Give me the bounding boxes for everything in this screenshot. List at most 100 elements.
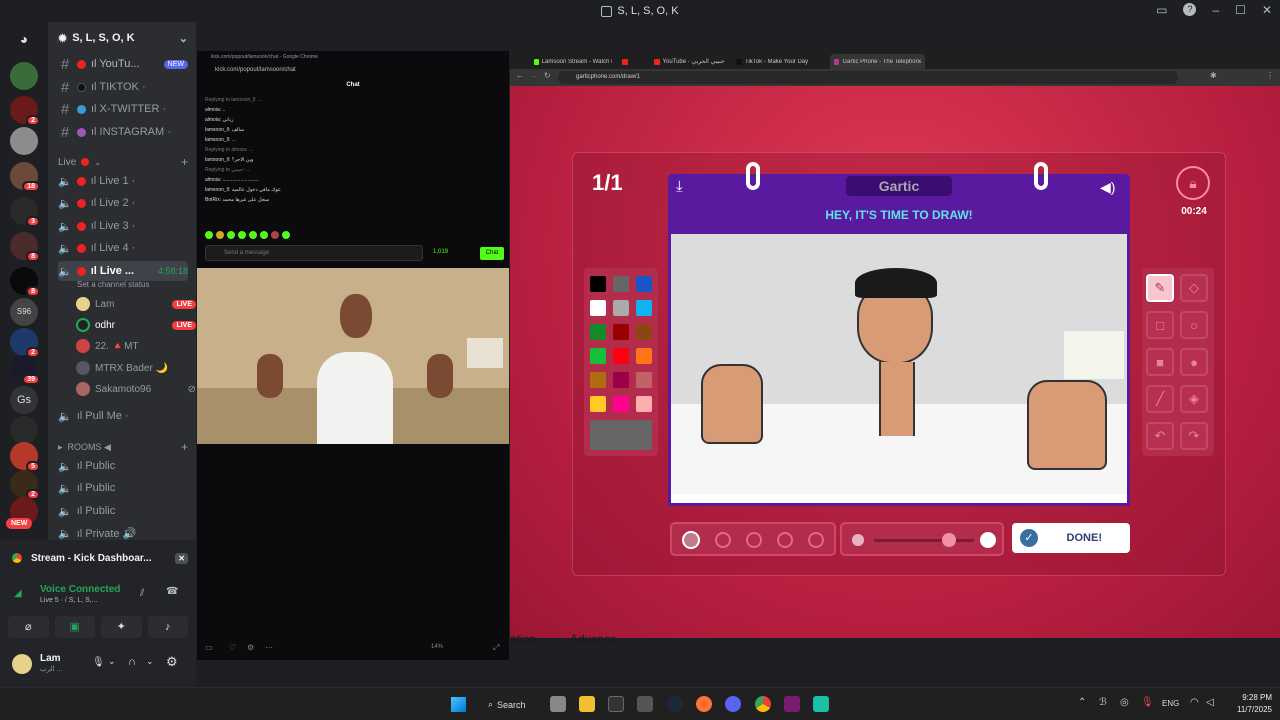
color-swatch[interactable] — [636, 396, 652, 412]
color-swatch[interactable] — [590, 372, 606, 388]
server-header[interactable]: ✹ S, L, S, O, K ⌄ — [58, 30, 188, 46]
brush-size-xl[interactable] — [682, 531, 700, 549]
done-button[interactable]: ✓ DONE! — [1012, 523, 1130, 553]
color-swatch[interactable] — [613, 300, 629, 316]
user-name[interactable]: Lam — [40, 653, 61, 664]
channel-tiktok[interactable]: # ıl TIKTOK · — [58, 77, 188, 97]
app-icon-hex[interactable] — [637, 696, 653, 712]
channel-x-twitter[interactable]: # ıl X-TWITTER · — [58, 99, 188, 119]
voice-user-mtrx[interactable]: MTRX Bader 🌙 — [76, 358, 196, 378]
back-icon[interactable]: ← — [516, 71, 524, 80]
new-pill[interactable]: NEW — [6, 518, 33, 529]
settings-gear-icon[interactable]: ⚙ — [166, 654, 178, 670]
browser-tab[interactable]: YouTube - حبيبي الحربي ... — [650, 54, 730, 69]
server-gs[interactable]: Gs — [10, 386, 38, 414]
color-swatch[interactable] — [613, 396, 629, 412]
maximize-button[interactable]: ☐ — [1235, 3, 1246, 17]
forward-icon[interactable]: → — [530, 71, 538, 80]
slider-thumb[interactable] — [942, 533, 956, 547]
color-swatch[interactable] — [636, 348, 652, 364]
brush-size-2[interactable] — [746, 532, 762, 548]
color-swatch[interactable] — [613, 324, 629, 340]
browser-tab[interactable] — [618, 54, 646, 69]
brush-size-3[interactable] — [777, 532, 793, 548]
server-icon[interactable]: 8 — [10, 267, 40, 297]
fill-bucket-tool-icon[interactable]: ◈ — [1180, 385, 1208, 413]
screen-share-button[interactable]: ▣ — [54, 616, 95, 638]
mini-player-icon[interactable]: ▭ — [205, 643, 213, 652]
brush-size-4[interactable] — [808, 532, 824, 548]
wifi-icon[interactable]: ◠ — [1190, 697, 1199, 708]
search-box[interactable]: ⌕ Search — [478, 694, 538, 715]
speaker-icon[interactable]: ◀) — [1100, 179, 1115, 196]
close-button[interactable]: ✕ — [1262, 3, 1272, 17]
ellipse-outline-tool-icon[interactable]: ○ — [1180, 311, 1208, 339]
language-indicator[interactable]: ENG — [1162, 699, 1179, 708]
rectangle-fill-tool-icon[interactable]: ■ — [1146, 348, 1174, 376]
room-public-2[interactable]: 🔈 ıl Public — [58, 478, 188, 498]
tray-mic-icon[interactable]: 🎙 — [1141, 697, 1154, 708]
voice-channel-live-1[interactable]: 🔈 ıl Live 1 · — [58, 171, 188, 191]
server-icon[interactable]: 8 — [10, 232, 40, 262]
chevron-down-icon[interactable]: ⌄ — [146, 656, 154, 667]
server-icon[interactable]: 3 — [10, 197, 40, 227]
pencil-tool-icon[interactable]: ✎ — [1146, 274, 1174, 302]
next-app-icon[interactable] — [784, 696, 800, 712]
url-field[interactable]: garticphone.com/draw/1 — [558, 71, 1178, 84]
stop-stream-icon[interactable]: ✕ — [175, 552, 188, 564]
voice-channel-pull-me[interactable]: 🔈 ıl Pull Me · — [58, 406, 188, 426]
color-swatch[interactable] — [636, 324, 652, 340]
firefox-icon[interactable] — [696, 696, 712, 712]
chevron-down-icon[interactable]: ⌄ — [108, 656, 116, 667]
server-icon[interactable] — [10, 62, 38, 90]
heart-icon[interactable]: ♡ — [229, 643, 236, 652]
add-channel-icon[interactable]: + — [181, 155, 188, 169]
server-icon[interactable] — [10, 127, 38, 155]
server-icon[interactable]: 18 — [10, 162, 40, 192]
headphones-icon[interactable]: ∩ — [128, 656, 136, 668]
line-tool-icon[interactable]: ╱ — [1146, 385, 1174, 413]
browser-tab[interactable]: Gartic Phone - The Telephone ... — [830, 54, 925, 69]
color-swatch[interactable] — [590, 348, 606, 364]
voice-channel-live-3[interactable]: 🔈 ıl Live 3 · — [58, 216, 188, 236]
zoom-level[interactable]: 14% — [431, 644, 443, 650]
rectangle-outline-tool-icon[interactable]: □ — [1146, 311, 1174, 339]
channel-youtube[interactable]: # ıl YouTu... NEW — [58, 54, 188, 74]
server-icon[interactable]: S96 — [10, 298, 38, 326]
ellipse-fill-tool-icon[interactable]: ● — [1180, 348, 1208, 376]
discord-icon[interactable] — [725, 696, 741, 712]
help-icon[interactable]: ? — [1183, 3, 1197, 16]
category-rooms[interactable]: ▸ ROOMS ◀ + — [58, 437, 188, 457]
minimize-button[interactable]: – — [1212, 3, 1219, 17]
voice-status[interactable]: Voice Connected — [40, 584, 120, 595]
eraser-tool-icon[interactable]: ◇ — [1180, 274, 1208, 302]
voice-channel-active[interactable]: 🔈 ıl Live ... 4:58:18 — [58, 261, 188, 281]
task-view-icon[interactable] — [550, 696, 566, 712]
tray-app-icon[interactable]: ℬ — [1099, 697, 1107, 708]
obs-app-icon[interactable] — [813, 696, 829, 712]
drawing-canvas[interactable] — [668, 234, 1130, 506]
server-icon[interactable]: 2 — [10, 328, 40, 358]
kick-url[interactable]: kick.com/popout/lamsoon/chat — [215, 67, 296, 73]
user-avatar[interactable] — [12, 654, 32, 674]
server-icon[interactable]: 2 — [10, 470, 40, 500]
room-public-1[interactable]: 🔈 ıl Public — [58, 456, 188, 476]
voice-user-odhr[interactable]: odhr LIVE — [76, 315, 196, 335]
camera-off-button[interactable]: ⌀ — [8, 616, 49, 638]
color-swatch[interactable] — [590, 276, 606, 292]
chat-input[interactable]: Send a message — [205, 245, 423, 261]
color-swatch[interactable] — [613, 372, 629, 388]
clock[interactable]: 9:28 PM 11/7/2025 — [1222, 692, 1272, 716]
steam-icon[interactable] — [667, 696, 683, 712]
chrome-icon[interactable] — [755, 696, 771, 712]
room-public-3[interactable]: 🔈 ıl Public — [58, 501, 188, 521]
color-swatch[interactable] — [590, 324, 606, 340]
server-icon[interactable]: 2 — [10, 96, 40, 126]
tray-chevron-icon[interactable]: ⌃ — [1078, 697, 1086, 708]
extensions-icon[interactable]: ✱ — [1210, 71, 1217, 80]
server-icon[interactable]: 5 — [10, 442, 40, 472]
browser-tab[interactable]: TikTok - Make Your Day — [732, 54, 828, 69]
color-swatch[interactable] — [613, 348, 629, 364]
file-explorer-icon[interactable] — [579, 696, 595, 712]
category-live[interactable]: Live ⌄ + — [58, 152, 188, 172]
